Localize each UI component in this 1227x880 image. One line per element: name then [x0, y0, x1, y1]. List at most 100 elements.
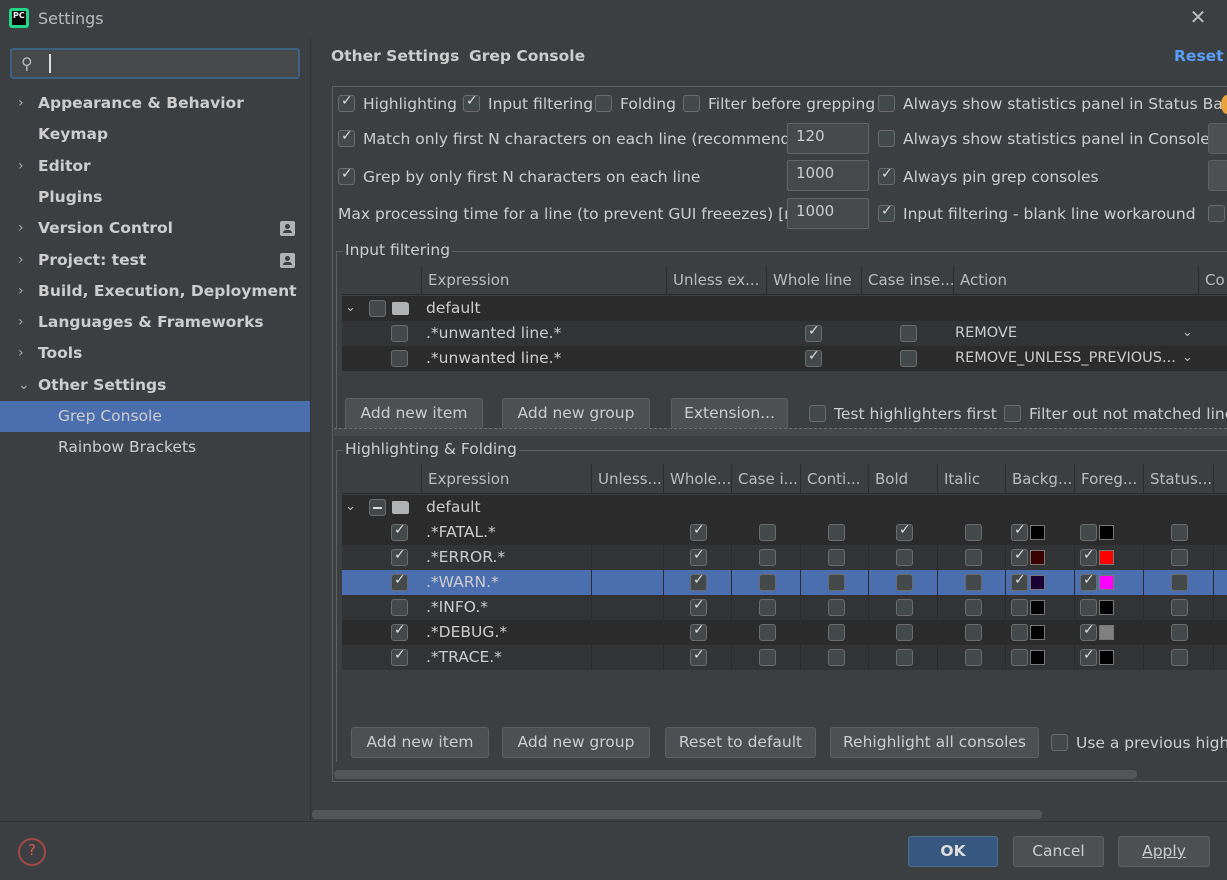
whole-checkbox[interactable]: [690, 572, 707, 591]
column-header[interactable]: [342, 464, 422, 494]
input-filtering-checkbox[interactable]: [463, 93, 480, 112]
whole-checkbox[interactable]: [690, 622, 707, 641]
background-checkbox[interactable]: [1011, 522, 1028, 541]
case-checkbox[interactable]: [759, 649, 776, 666]
bold-checkbox[interactable]: [896, 649, 913, 666]
italic-checkbox[interactable]: [965, 599, 982, 616]
status-checkbox[interactable]: [1171, 649, 1188, 666]
column-header[interactable]: Whole...: [664, 464, 732, 494]
foreground-checkbox[interactable]: [1080, 572, 1097, 591]
foreground-checkbox[interactable]: [1080, 524, 1097, 541]
stats-status-bar-checkbox[interactable]: [878, 95, 895, 112]
conti-checkbox[interactable]: [828, 599, 845, 616]
column-header[interactable]: Backg...: [1006, 464, 1075, 494]
italic-checkbox[interactable]: [965, 624, 982, 641]
chevron-down-icon[interactable]: ⌄: [345, 499, 356, 514]
sidebar-item[interactable]: › Build, Execution, Deployment: [0, 276, 310, 307]
group-checkbox[interactable]: [369, 499, 386, 516]
foreground-checkbox[interactable]: [1080, 547, 1097, 566]
filter-before-grepping-checkbox[interactable]: [683, 95, 700, 112]
background-checkbox[interactable]: [1011, 649, 1028, 666]
background-color-swatch[interactable]: [1030, 600, 1045, 615]
case-checkbox[interactable]: [759, 624, 776, 641]
settings-button-1[interactable]: [1208, 123, 1227, 154]
case-insensitive-checkbox[interactable]: [900, 350, 917, 367]
whole-checkbox[interactable]: [690, 547, 707, 566]
apply-button[interactable]: Apply: [1118, 836, 1210, 867]
background-checkbox[interactable]: [1011, 547, 1028, 566]
breadcrumb-parent[interactable]: Other Settings: [331, 47, 459, 65]
background-color-swatch[interactable]: [1030, 525, 1045, 540]
bold-checkbox[interactable]: [896, 599, 913, 616]
whole-line-checkbox[interactable]: [805, 323, 822, 342]
search-input[interactable]: ⚲: [10, 48, 300, 79]
foreground-checkbox[interactable]: [1080, 647, 1097, 666]
column-header[interactable]: Bold: [869, 464, 938, 494]
background-color-swatch[interactable]: [1030, 650, 1045, 665]
ok-button[interactable]: OK: [908, 836, 998, 867]
sidebar-item[interactable]: › Languages & Frameworks: [0, 307, 310, 338]
grep-first-n-input[interactable]: 1000: [787, 160, 869, 191]
foreground-color-swatch[interactable]: [1099, 525, 1114, 540]
expression-cell[interactable]: .*unwanted line.*: [426, 346, 664, 371]
column-header[interactable]: Status...: [1144, 464, 1214, 494]
column-header[interactable]: Unless...: [592, 464, 664, 494]
row-enabled-checkbox[interactable]: [391, 350, 408, 367]
status-checkbox[interactable]: [1171, 549, 1188, 566]
match-first-n-checkbox[interactable]: [338, 128, 355, 147]
expression-cell[interactable]: .*INFO.*: [426, 595, 586, 620]
conti-checkbox[interactable]: [828, 574, 845, 591]
case-checkbox[interactable]: [759, 549, 776, 566]
column-header[interactable]: Unless ex...: [667, 265, 767, 295]
expression-cell[interactable]: .*TRACE.*: [426, 645, 586, 670]
max-processing-input[interactable]: 1000: [787, 198, 869, 229]
if-add-item-button[interactable]: Add new item: [345, 398, 483, 429]
sidebar-item[interactable]: Grep Console: [0, 401, 310, 432]
status-checkbox[interactable]: [1171, 624, 1188, 641]
row-enabled-checkbox[interactable]: [391, 547, 408, 566]
row-enabled-checkbox[interactable]: [391, 325, 408, 342]
expression-cell[interactable]: .*DEBUG.*: [426, 620, 586, 645]
column-header[interactable]: [342, 265, 422, 295]
grep-first-n-checkbox[interactable]: [338, 166, 355, 185]
column-header[interactable]: Case inse...: [862, 265, 954, 295]
column-header[interactable]: Conti...: [801, 464, 869, 494]
rehighlight-button[interactable]: Rehighlight all consoles: [830, 727, 1039, 758]
column-header[interactable]: Co: [1199, 265, 1227, 295]
expression-cell[interactable]: .*WARN.*: [426, 570, 586, 595]
status-checkbox[interactable]: [1171, 524, 1188, 541]
column-header[interactable]: Case i...: [732, 464, 801, 494]
folding-checkbox[interactable]: [595, 95, 612, 112]
row-enabled-checkbox[interactable]: [391, 647, 408, 666]
always-pin-checkbox[interactable]: [878, 166, 895, 185]
whole-line-checkbox[interactable]: [805, 348, 822, 367]
sidebar-item[interactable]: Keymap: [0, 119, 310, 150]
hl-add-item-button[interactable]: Add new item: [351, 727, 489, 758]
foreground-color-swatch[interactable]: [1099, 575, 1114, 590]
cancel-button[interactable]: Cancel: [1013, 836, 1104, 867]
highlighting-checkbox[interactable]: [338, 93, 355, 112]
column-header[interactable]: Whole line: [767, 265, 862, 295]
foreground-color-swatch[interactable]: [1099, 550, 1114, 565]
row-enabled-checkbox[interactable]: [391, 599, 408, 616]
bold-checkbox[interactable]: [896, 624, 913, 641]
group-checkbox[interactable]: [369, 300, 386, 317]
bold-checkbox[interactable]: [896, 574, 913, 591]
hl-add-group-button[interactable]: Add new group: [502, 727, 650, 758]
foreground-checkbox[interactable]: [1080, 622, 1097, 641]
donate-icon[interactable]: [1221, 95, 1227, 114]
help-icon[interactable]: [18, 838, 46, 866]
column-header[interactable]: Action: [954, 265, 1199, 295]
sidebar-item[interactable]: › Project: test: [0, 245, 310, 276]
if-add-group-button[interactable]: Add new group: [502, 398, 650, 429]
case-checkbox[interactable]: [759, 599, 776, 616]
sidebar-item[interactable]: Rainbow Brackets: [0, 432, 310, 463]
match-first-n-input[interactable]: 120: [787, 123, 869, 154]
row-enabled-checkbox[interactable]: [391, 522, 408, 541]
action-select[interactable]: REMOVE_UNLESS_PREVIOUS...: [955, 346, 1177, 371]
column-header[interactable]: Expression: [422, 464, 592, 494]
foreground-color-swatch[interactable]: [1099, 650, 1114, 665]
column-header[interactable]: [1214, 464, 1227, 494]
action-select[interactable]: REMOVE: [955, 321, 1177, 346]
foreground-color-swatch[interactable]: [1099, 600, 1114, 615]
